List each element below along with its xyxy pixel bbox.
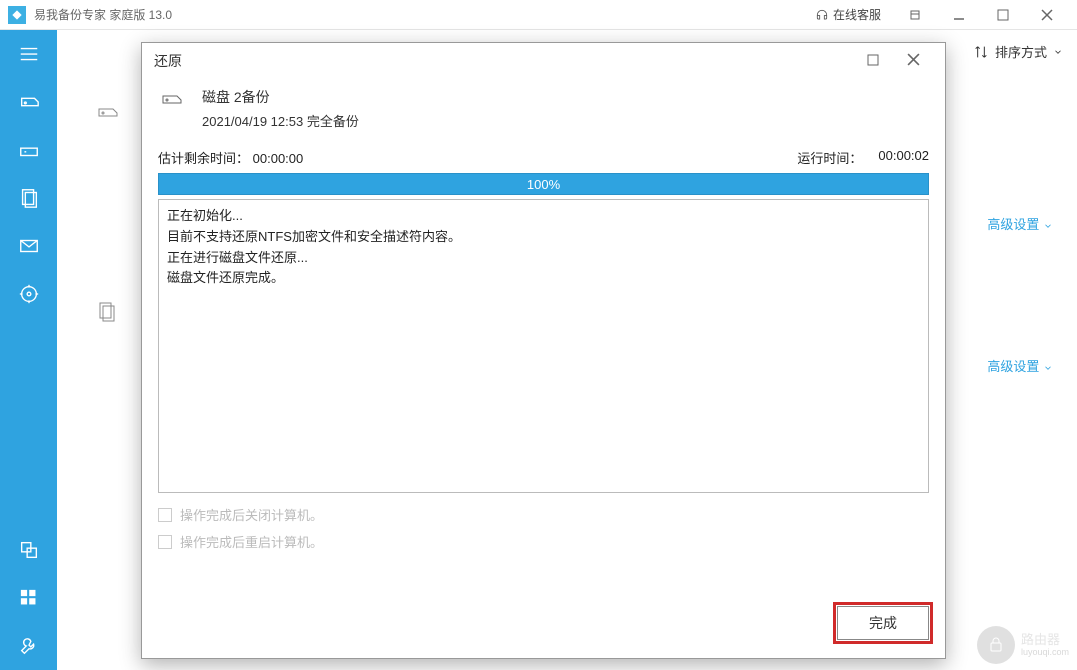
progress-bar: 100% <box>158 173 929 195</box>
app-title: 易我备份专家 家庭版 13.0 <box>34 6 815 23</box>
apps-icon[interactable] <box>17 586 41 610</box>
log-output: 正在初始化... 目前不支持还原NTFS加密文件和安全描述符内容。 正在进行磁盘… <box>158 199 929 493</box>
watermark-icon <box>977 626 1015 664</box>
done-button[interactable]: 完成 <box>837 606 929 640</box>
close-button[interactable] <box>1025 0 1069 30</box>
tools-icon[interactable] <box>17 634 41 658</box>
advanced-settings-1[interactable]: 高级设置 <box>987 214 1053 233</box>
watermark: 路由器 luyouqi.com <box>977 626 1069 664</box>
chevron-down-icon <box>1043 363 1053 373</box>
mail-backup-icon[interactable] <box>17 234 41 258</box>
restart-checkbox-row[interactable]: 操作完成后重启计算机。 <box>142 528 945 555</box>
sort-icon <box>973 44 989 60</box>
menu-icon[interactable] <box>17 42 41 66</box>
advanced-settings-2[interactable]: 高级设置 <box>987 356 1053 375</box>
file-icon <box>87 300 127 324</box>
minimize-button[interactable] <box>937 0 981 30</box>
log-line: 磁盘文件还原完成。 <box>167 268 920 289</box>
titlebar: 易我备份专家 家庭版 13.0 在线客服 <box>0 0 1077 30</box>
maximize-button[interactable] <box>981 0 1025 30</box>
backup-name: 磁盘 2备份 <box>202 87 359 107</box>
online-support-link[interactable]: 在线客服 <box>815 6 881 23</box>
restore-dialog: 还原 磁盘 2备份 2021/04/19 12:53 完全备份 估计剩余时间： … <box>141 42 946 659</box>
run-time-value: 00:00:02 <box>878 148 929 167</box>
log-line: 正在初始化... <box>167 206 920 227</box>
sort-dropdown[interactable]: 排序方式 <box>973 42 1063 61</box>
disk-icon <box>87 100 127 124</box>
clone-icon[interactable] <box>17 538 41 562</box>
disk-backup-icon[interactable] <box>17 90 41 114</box>
headset-icon <box>815 8 829 22</box>
shutdown-checkbox-row[interactable]: 操作完成后关闭计算机。 <box>142 501 945 528</box>
chevron-down-icon <box>1053 47 1063 57</box>
system-backup-icon[interactable] <box>17 138 41 162</box>
dialog-title: 还原 <box>154 51 853 71</box>
backup-meta: 2021/04/19 12:53 完全备份 <box>202 111 359 130</box>
sidebar <box>0 30 57 670</box>
dialog-maximize-button[interactable] <box>853 53 893 70</box>
dialog-close-button[interactable] <box>893 53 933 70</box>
log-line: 目前不支持还原NTFS加密文件和安全描述符内容。 <box>167 227 920 248</box>
restore-down-icon[interactable] <box>893 0 937 30</box>
chevron-down-icon <box>1043 221 1053 231</box>
run-time-label: 运行时间： <box>797 148 862 167</box>
checkbox-icon[interactable] <box>158 535 172 549</box>
est-time-value: 00:00:00 <box>253 151 304 166</box>
app-logo-icon <box>8 6 26 24</box>
file-backup-icon[interactable] <box>17 186 41 210</box>
smart-backup-icon[interactable] <box>17 282 41 306</box>
log-line: 正在进行磁盘文件还原... <box>167 248 920 269</box>
checkbox-icon[interactable] <box>158 508 172 522</box>
est-time-label: 估计剩余时间： <box>158 151 249 166</box>
disk-icon <box>158 87 190 114</box>
